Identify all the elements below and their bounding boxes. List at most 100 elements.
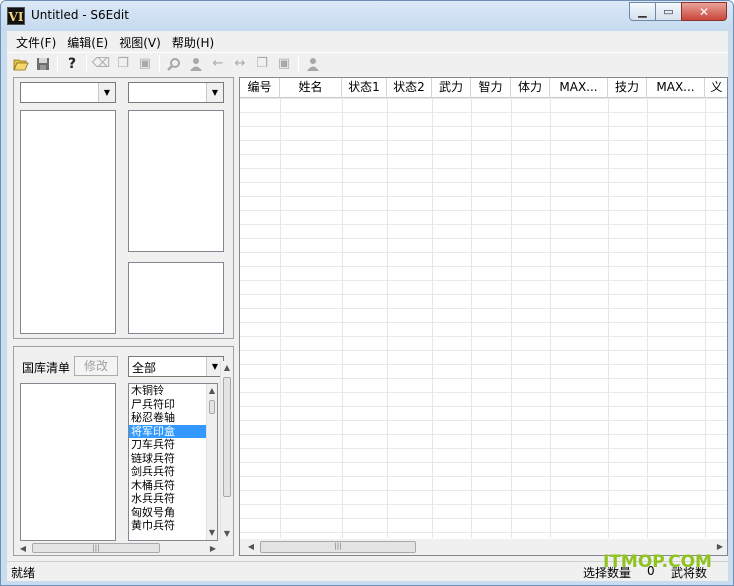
help-button[interactable]: ? xyxy=(61,54,83,74)
scroll-thumb[interactable]: ||| xyxy=(32,543,160,553)
treasury-label: 国库清单 xyxy=(22,361,71,375)
list-item[interactable]: 刀车兵符 xyxy=(129,438,207,452)
search-button[interactable] xyxy=(163,54,185,74)
menu-file[interactable]: 文件(F) xyxy=(11,31,62,51)
list-item[interactable]: 尸兵符印 xyxy=(129,398,207,412)
scroll-thumb[interactable]: ||| xyxy=(260,541,416,553)
chevron-down-icon[interactable]: ▼ xyxy=(98,83,115,102)
back-button[interactable]: ← xyxy=(207,54,229,74)
toolbar-separator xyxy=(57,55,58,72)
status-text: 就绪 xyxy=(11,566,36,580)
window-title: Untitled - S6Edit xyxy=(31,8,129,22)
scroll-thumb[interactable] xyxy=(209,400,215,414)
grid-column-line xyxy=(550,98,551,538)
treasury-pane-scrollbar[interactable]: ▲ ▼ xyxy=(220,361,233,541)
list-item-selected[interactable]: 将军印盒 xyxy=(129,424,207,438)
minimize-icon: ▁ xyxy=(638,5,647,18)
item-list-scrollbar[interactable]: ▲ ▼ xyxy=(206,384,217,540)
save-icon xyxy=(37,57,49,70)
grid-body[interactable] xyxy=(240,98,727,538)
right-list-top[interactable] xyxy=(128,110,224,252)
general-button[interactable] xyxy=(185,54,207,74)
arrow-left-icon: ← xyxy=(212,56,224,71)
list-item[interactable]: 匈奴号角 xyxy=(129,506,207,520)
swap-button[interactable]: ↔ xyxy=(229,54,251,74)
treasury-left-list[interactable] xyxy=(20,383,116,541)
maximize-button[interactable]: ▭ xyxy=(655,2,681,21)
scroll-right-icon[interactable]: ▶ xyxy=(713,539,727,555)
menu-edit[interactable]: 编辑(E) xyxy=(62,31,114,51)
column-header[interactable]: 姓名 xyxy=(280,78,342,98)
column-header[interactable]: 智力 xyxy=(471,78,511,98)
copy-icon: ❐ xyxy=(256,56,268,71)
paste-button[interactable]: ▣ xyxy=(134,54,156,74)
column-header[interactable]: 体力 xyxy=(511,78,550,98)
menu-view[interactable]: 视图(V) xyxy=(114,31,167,51)
left-combo[interactable]: ▼ xyxy=(20,82,116,103)
copy-button[interactable]: ❐ xyxy=(112,54,134,74)
grid-header: 编号 姓名 状态1 状态2 武力 智力 体力 MAX... 技力 MAX... … xyxy=(240,78,727,98)
grid-column-line xyxy=(647,98,648,538)
grid-column-line xyxy=(471,98,472,538)
list-item[interactable]: 黄巾兵符 xyxy=(129,519,207,533)
scroll-right-icon[interactable]: ▶ xyxy=(206,541,220,555)
list-item[interactable]: 剑兵兵符 xyxy=(129,465,207,479)
chevron-down-icon[interactable]: ▼ xyxy=(206,83,223,102)
toolbar: ? ⌫ ❐ ▣ ← ↔ ❐ ▣ xyxy=(7,52,728,74)
app-logo-icon[interactable]: VI xyxy=(7,7,25,25)
filter-combo[interactable]: 全部 ▼ xyxy=(128,356,224,377)
right-list-bottom[interactable] xyxy=(128,262,224,334)
scroll-down-icon[interactable]: ▼ xyxy=(207,526,217,540)
scroll-left-icon[interactable]: ◀ xyxy=(16,541,30,555)
grid-column-line xyxy=(511,98,512,538)
scroll-up-icon[interactable]: ▲ xyxy=(221,361,233,375)
title-bar[interactable]: VI Untitled - S6Edit ▁ ▭ ✕ xyxy=(1,1,733,31)
column-header[interactable]: 义 xyxy=(705,78,727,98)
grid-column-line xyxy=(387,98,388,538)
paste-icon: ▣ xyxy=(138,56,152,71)
scroll-thumb[interactable] xyxy=(223,377,231,497)
grid-column-line xyxy=(280,98,281,538)
scroll-down-icon[interactable]: ▼ xyxy=(221,527,233,541)
generals-grid[interactable]: 编号 姓名 状态1 状态2 武力 智力 体力 MAX... 技力 MAX... … xyxy=(239,77,728,556)
item-list: 木铜铃 尸兵符印 秘忍卷轴 将军印盒 刀车兵符 链球兵符 剑兵兵符 木桶兵符 水… xyxy=(129,384,207,533)
menu-bar: 文件(F) 编辑(E) 视图(V) 帮助(H) xyxy=(7,31,728,51)
eraser-button[interactable]: ⌫ xyxy=(90,54,112,74)
scroll-up-icon[interactable]: ▲ xyxy=(207,384,217,398)
right-combo[interactable]: ▼ xyxy=(128,82,224,103)
help-icon: ? xyxy=(67,55,77,72)
column-header[interactable]: 状态2 xyxy=(387,78,432,98)
column-header[interactable]: 状态1 xyxy=(342,78,387,98)
column-header[interactable]: MAX... xyxy=(550,78,608,98)
save-button[interactable] xyxy=(32,54,54,74)
watermark-logo: ITMOP.COM xyxy=(603,552,712,572)
treasury-hscrollbar[interactable]: ◀ ||| ▶ xyxy=(16,541,220,555)
toolbar-separator xyxy=(298,55,299,72)
grid-column-line xyxy=(608,98,609,538)
list-item[interactable]: 秘忍卷轴 xyxy=(129,411,207,425)
open-button[interactable] xyxy=(10,54,32,74)
column-header[interactable]: 编号 xyxy=(240,78,280,98)
close-icon: ✕ xyxy=(698,4,710,19)
menu-help[interactable]: 帮助(H) xyxy=(167,31,220,51)
list-item[interactable]: 木铜铃 xyxy=(129,384,207,398)
grid-column-line xyxy=(432,98,433,538)
copy-button-2[interactable]: ❐ xyxy=(251,54,273,74)
person-icon xyxy=(190,57,202,71)
edit-button[interactable]: 修改 xyxy=(74,356,118,376)
paste-button-2[interactable]: ▣ xyxy=(273,54,295,74)
user-button[interactable] xyxy=(302,54,324,74)
treasury-item-list[interactable]: 木铜铃 尸兵符印 秘忍卷轴 将军印盒 刀车兵符 链球兵符 剑兵兵符 木桶兵符 水… xyxy=(128,383,218,541)
search-icon xyxy=(167,57,180,71)
column-header[interactable]: 武力 xyxy=(432,78,471,98)
close-button[interactable]: ✕ xyxy=(681,2,727,21)
column-header[interactable]: 技力 xyxy=(608,78,647,98)
column-header[interactable]: MAX... xyxy=(647,78,705,98)
list-item[interactable]: 木桶兵符 xyxy=(129,479,207,493)
left-list[interactable] xyxy=(20,110,116,334)
list-item[interactable]: 链球兵符 xyxy=(129,452,207,466)
list-item[interactable]: 水兵兵符 xyxy=(129,492,207,506)
minimize-button[interactable]: ▁ xyxy=(629,2,655,21)
scroll-left-icon[interactable]: ◀ xyxy=(244,539,258,555)
paste-icon: ▣ xyxy=(277,56,291,71)
